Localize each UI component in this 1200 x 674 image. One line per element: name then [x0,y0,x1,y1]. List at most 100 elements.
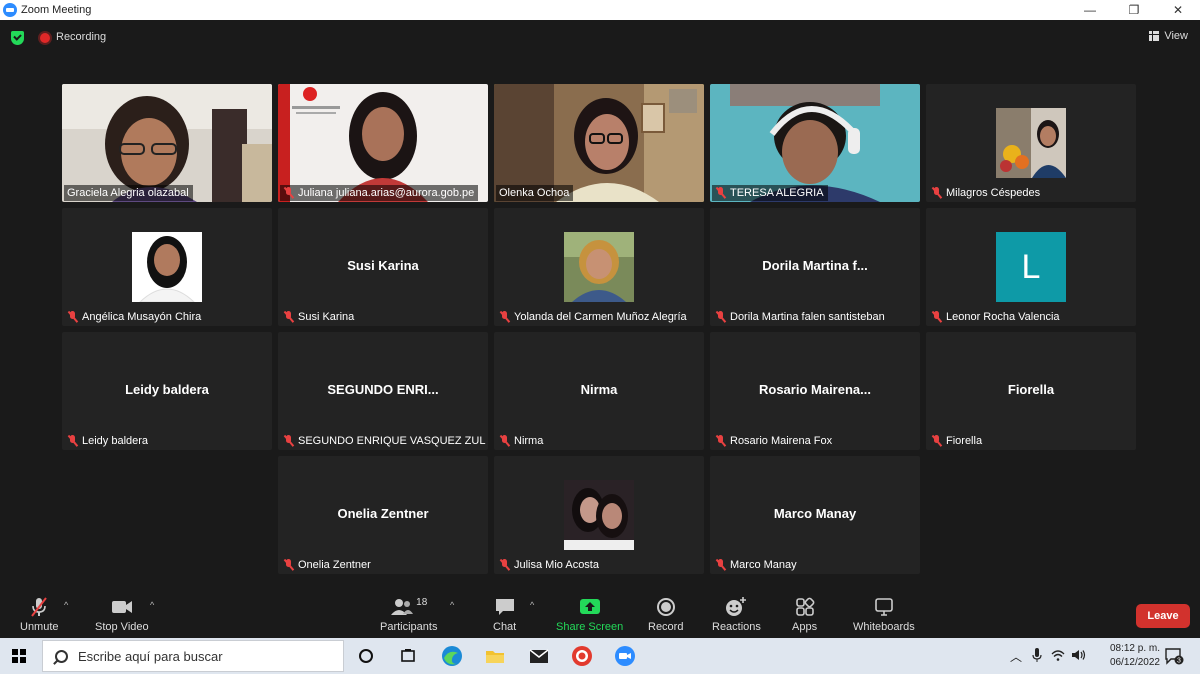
active-speaker-tile[interactable]: Olenka Ochoa [494,84,704,202]
chevron-up-icon[interactable]: ︿ [1010,648,1022,665]
mail-icon[interactable] [527,644,551,668]
zoom-app-icon[interactable] [613,644,637,668]
close-button[interactable]: ✕ [1156,0,1200,20]
participant-tile[interactable]: TERESA ALEGRIA [710,84,920,202]
participant-tile[interactable]: Juliana juliana.arias@aurora.gob.pe [278,84,488,202]
whiteboards-button[interactable]: Whiteboards [853,596,915,633]
muted-mic-icon [931,435,942,447]
participant-tile[interactable]: Milagros Céspedes [926,84,1136,202]
window-title-bar: Zoom Meeting — ❐ ✕ [0,0,1200,20]
participant-name-label: Nirma [496,433,547,449]
participant-tile[interactable]: Onelia Zentner Onelia Zentner [278,456,488,574]
participant-name-label: Milagros Céspedes [928,185,1044,201]
participant-tile[interactable]: Susi Karina Susi Karina [278,208,488,326]
participant-tile[interactable]: Yolanda del Carmen Muñoz Alegría [494,208,704,326]
recording-status[interactable]: Recording [56,31,106,43]
participant-display-name: Onelia Zentner [337,506,429,521]
participant-name-label: Julisa Mio Acosta [496,557,603,573]
share-screen-icon [579,599,600,614]
clock-date: 06/12/2022 [1109,657,1160,668]
participant-tile[interactable]: L Leonor Rocha Valencia [926,208,1136,326]
file-explorer-icon[interactable] [483,644,507,668]
muted-mic-icon [499,559,510,571]
muted-mic-icon [499,311,510,323]
reactions-button[interactable]: Reactions [712,596,761,633]
apps-button[interactable]: Apps [792,596,817,633]
meeting-toolbar: Unmute ^ Stop Video ^ 18 Participants ^ … [0,590,1200,638]
participant-name-label: Leidy baldera [64,433,152,449]
wifi-icon[interactable] [1051,649,1065,664]
search-icon [55,649,68,663]
video-options-chevron-up-icon[interactable]: ^ [150,600,154,610]
participant-tile[interactable]: Dorila Martina f... Dorila Martina falen… [710,208,920,326]
participant-avatar [564,232,634,302]
participant-display-name: Leidy baldera [125,382,209,397]
participants-icon [391,599,414,615]
participant-name-label: Graciela Alegria olazabal [64,185,193,201]
chat-options-chevron-up-icon[interactable]: ^ [530,600,534,610]
participant-tile[interactable]: Angélica Musayón Chira [62,208,272,326]
muted-mic-icon [715,187,726,199]
view-button-label: View [1164,30,1188,42]
chat-button[interactable]: Chat [493,596,516,633]
video-camera-icon [111,601,132,613]
participant-tile[interactable]: Fiorella Fiorella [926,332,1136,450]
audio-options-chevron-up-icon[interactable]: ^ [64,600,68,610]
participant-tile[interactable]: Rosario Mairena... Rosario Mairena Fox [710,332,920,450]
muted-mic-icon [715,435,726,447]
participant-display-name: Susi Karina [347,258,419,273]
participants-options-chevron-up-icon[interactable]: ^ [450,600,454,610]
muted-mic-icon [499,435,510,447]
share-screen-button[interactable]: Share Screen [556,596,623,633]
window-controls: — ❐ ✕ [1068,0,1200,20]
whiteboard-icon [875,598,893,616]
participant-avatar [564,480,634,550]
participant-name-label: Angélica Musayón Chira [64,309,205,325]
participant-name-label: Leonor Rocha Valencia [928,309,1064,325]
maximize-button[interactable]: ❐ [1112,0,1156,20]
participant-tile[interactable]: Julisa Mio Acosta [494,456,704,574]
leave-button[interactable]: Leave [1136,604,1190,628]
record-button[interactable]: Record [648,596,683,633]
participant-display-name: Marco Manay [773,506,857,521]
microphone-icon[interactable] [1032,647,1042,665]
participant-tile[interactable]: Marco Manay Marco Manay [710,456,920,574]
participants-button[interactable]: 18 Participants [380,596,437,634]
taskbar-search-input[interactable] [78,648,318,664]
zoom-logo-icon [3,3,17,17]
minimize-button[interactable]: — [1068,0,1112,20]
letter-avatar: L [996,232,1066,302]
muted-mic-icon [283,559,294,571]
clock-time: 08:12 p. m. [1109,643,1160,654]
taskbar-clock[interactable]: 08:12 p. m. 06/12/2022 [1110,642,1160,670]
participant-name-label: Olenka Ochoa [496,185,574,201]
participant-name-label: Dorila Martina falen santisteban [712,309,889,325]
record-icon [656,598,675,616]
task-view-circle-icon[interactable] [354,644,378,668]
participants-count: 18 [416,596,428,608]
muted-mic-icon [67,435,78,447]
notifications-icon[interactable]: 3 [1162,644,1186,668]
taskbar-search[interactable] [42,640,344,672]
windows-start-icon[interactable] [12,649,26,663]
stop-video-button[interactable]: Stop Video [95,596,149,633]
security-shield-icon[interactable] [11,31,24,45]
participant-tile[interactable]: Graciela Alegria olazabal [62,84,272,202]
participant-tile[interactable]: Leidy baldera Leidy baldera [62,332,272,450]
participant-tile[interactable]: Nirma Nirma [494,332,704,450]
muted-mic-icon [931,311,942,323]
muted-mic-icon [715,311,726,323]
participant-name-label: Juliana juliana.arias@aurora.gob.pe [280,185,479,201]
edge-browser-icon[interactable] [440,644,464,668]
task-view-icon[interactable] [396,644,420,668]
view-button[interactable]: View [1149,30,1188,42]
volume-icon[interactable] [1071,649,1087,664]
window-title: Zoom Meeting [21,4,92,16]
participant-display-name: Rosario Mairena... [759,382,871,397]
participant-display-name: Nirma [580,382,618,397]
participant-tile[interactable]: SEGUNDO ENRI... SEGUNDO ENRIQUE VASQUEZ … [278,332,488,450]
chrome-like-browser-icon[interactable] [570,644,594,668]
participant-name-label: Marco Manay [712,557,801,573]
smiley-plus-icon [726,597,747,616]
unmute-button[interactable]: Unmute [20,596,59,633]
